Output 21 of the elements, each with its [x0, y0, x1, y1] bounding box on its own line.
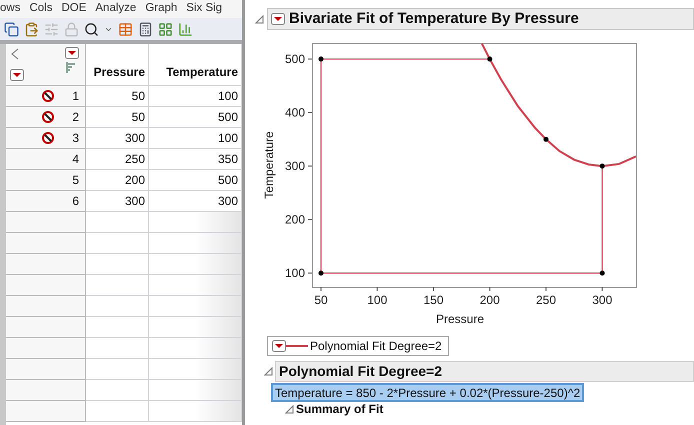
- table-cell: 50: [86, 107, 149, 128]
- y-axis-label: Temperature: [262, 131, 276, 199]
- y-tick-label: 100: [284, 266, 305, 280]
- x-tick-label: 100: [367, 293, 388, 307]
- y-tick-label: 400: [284, 106, 305, 120]
- x-tick-label: 250: [536, 293, 556, 307]
- table-cell: 200: [86, 170, 149, 191]
- legend-label: Polynomial Fit Degree=2: [310, 338, 442, 355]
- x-tick-label: 50: [314, 293, 328, 307]
- x-axis-label: Pressure: [436, 312, 484, 326]
- x-tick-label: 200: [480, 293, 500, 307]
- y-tick-label: 500: [284, 52, 305, 66]
- x-tick-label: 150: [423, 293, 444, 307]
- table-cell: 300: [86, 191, 149, 212]
- report-title: Bivariate Fit of Temperature By Pressure: [289, 8, 579, 29]
- y-tick-label: 300: [284, 159, 305, 174]
- table-cell: 50: [86, 86, 149, 107]
- table-cell: 250: [86, 149, 149, 170]
- y-tick-label: 200: [284, 212, 305, 227]
- table-cell: 300: [86, 128, 149, 149]
- x-tick-label: 300: [592, 293, 612, 307]
